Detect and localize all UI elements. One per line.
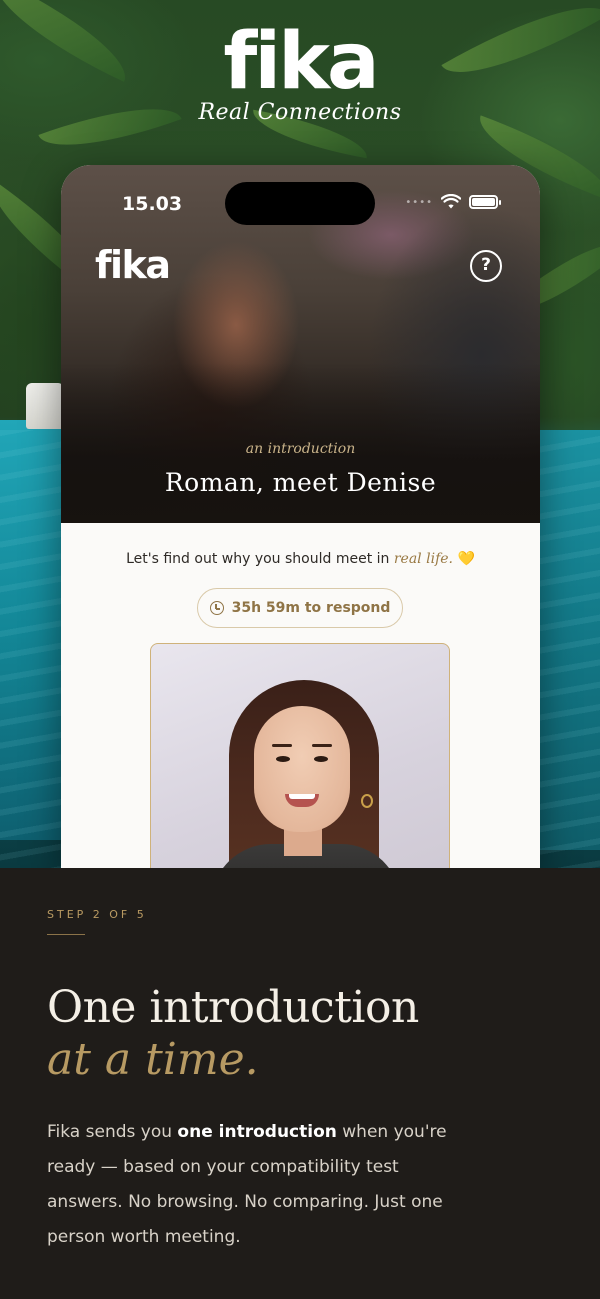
body-copy: Fika sends you one introduction when you… (47, 1115, 477, 1255)
body-bold: one introduction (177, 1122, 337, 1142)
brand-header: fika Real Connections (0, 18, 600, 125)
battery-icon (469, 195, 501, 209)
clock-icon (209, 601, 224, 615)
eye (276, 756, 290, 762)
smile (285, 794, 319, 807)
intro-label: an introduction (245, 441, 356, 457)
dynamic-island (225, 182, 375, 225)
brand-logo: fika (223, 17, 379, 107)
teeth (289, 794, 315, 799)
white-stool (26, 383, 64, 429)
step-divider (47, 934, 85, 935)
step-indicator: STEP 2 OF 5 (47, 908, 147, 921)
eyebrow (312, 744, 332, 747)
heart-icon: 💛 (457, 551, 475, 567)
eyebrow (272, 744, 292, 747)
couple-photo: 15.03 •••• fika ? an introduction Roman,… (61, 165, 540, 523)
body-part1: Fika sends you (47, 1122, 178, 1142)
profile-photo-card[interactable] (150, 643, 450, 868)
brand-tagline: Real Connections (198, 100, 402, 125)
wifi-icon (441, 194, 461, 209)
profile-face (254, 706, 350, 832)
headline-line2: at a time. (47, 1034, 259, 1085)
hero-background: fika Real Connections 15.03 •••• fika ? … (0, 0, 600, 868)
app-logo: fika (95, 243, 171, 287)
headline-line1: One introduction (47, 982, 419, 1033)
intro-body: Let's find out why you should meet in re… (61, 523, 540, 868)
find-prefix: Let's find out why you should meet in (126, 551, 390, 567)
find-emphasis: real life. (393, 551, 453, 567)
intro-title: Roman, meet Denise (164, 468, 437, 497)
feature-section: STEP 2 OF 5 One introduction at a time. … (0, 868, 600, 1299)
eye (314, 756, 328, 762)
status-time: 15.03 (122, 193, 183, 215)
signal-icon: •••• (405, 196, 433, 208)
phone-mockup: 15.03 •••• fika ? an introduction Roman,… (61, 165, 540, 868)
status-icons: •••• (405, 194, 501, 210)
find-out-text: Let's find out why you should meet in re… (61, 551, 540, 567)
respond-timer[interactable]: 35h 59m to respond (197, 588, 403, 628)
timer-label: 35h 59m to respond (231, 600, 391, 616)
help-button[interactable]: ? (470, 250, 502, 282)
earring (361, 794, 373, 808)
